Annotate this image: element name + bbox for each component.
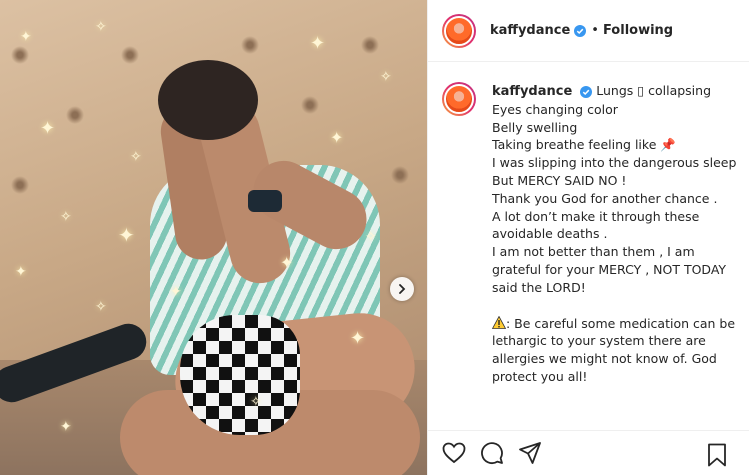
carousel-next-button[interactable] <box>390 277 414 301</box>
post-sidebar: kaffydance • Following kaffydance Lungs … <box>427 0 749 475</box>
sparkle-icon: ✦ <box>330 128 344 147</box>
send-icon <box>519 442 541 464</box>
caption-line: I was slipping into the dangerous sleep <box>492 155 737 171</box>
post-header: kaffydance • Following <box>428 0 749 62</box>
warning-icon <box>491 315 507 329</box>
avatar[interactable] <box>442 82 476 116</box>
post-media[interactable]: ✦ ✧ ✦ ✧ ✦ ✧ ✦ ✧ ✦ ✦ ✧ ✦ ✧ ✦ ✦ ✧ ✦ <box>0 0 427 475</box>
avatar[interactable] <box>442 13 476 48</box>
chevron-right-icon <box>399 284 406 294</box>
caption-line: But MERCY SAID NO ! <box>492 172 627 188</box>
separator-dot: • <box>591 23 599 38</box>
sparkle-icon: ✦ <box>20 29 32 45</box>
caption-line-text: Lungs ▯ collapsing <box>596 83 712 98</box>
verified-badge-icon <box>574 24 587 37</box>
head <box>158 60 258 140</box>
sparkle-icon: ✦ <box>40 118 56 139</box>
caption-line: Belly swelling <box>492 119 578 135</box>
caption-line: I am not better than them , I am gratefu… <box>492 244 727 295</box>
sparkle-icon: ✧ <box>95 19 107 35</box>
verified-badge-icon <box>580 85 593 98</box>
caption-line: kaffydance Lungs ▯ collapsing <box>492 82 741 101</box>
sparkle-icon: ✦ <box>60 419 72 435</box>
sparkle-icon: ✦ <box>170 284 182 300</box>
sparkle-icon: ✧ <box>130 149 142 165</box>
sparkle-icon: ✦ <box>350 328 366 349</box>
sparkle-icon: ✧ <box>95 299 107 315</box>
share-button[interactable] <box>518 441 542 465</box>
action-bar <box>428 430 749 475</box>
following-button[interactable]: Following <box>603 23 673 38</box>
sparkle-icon: ✧ <box>60 209 72 225</box>
sparkle-icon: ✦ <box>118 223 135 247</box>
comment-button[interactable] <box>480 441 504 465</box>
sparkle-icon: ✧ <box>380 69 392 85</box>
sparkle-icon: ✦ <box>310 33 326 54</box>
patterned-pillow <box>180 315 300 435</box>
sparkle-icon: ✦ <box>15 264 27 280</box>
caption-warning-line: : Be careful some medication can be leth… <box>491 315 741 386</box>
bookmark-icon <box>708 443 726 467</box>
caption-line: Eyes changing color <box>492 101 618 117</box>
caption-line: Taking breathe feeling like 📌 <box>492 137 676 153</box>
caption-text: kaffydance Lungs ▯ collapsing Eyes chang… <box>491 82 741 386</box>
warning-text: : Be careful some medication can be leth… <box>492 315 736 384</box>
wristwatch <box>248 190 282 212</box>
sparkle-icon: ✦ <box>280 253 294 272</box>
author-username[interactable]: kaffydance <box>490 23 570 38</box>
sparkle-icon: ✧ <box>250 394 262 410</box>
heart-icon <box>442 442 466 464</box>
caption-line: A lot don’t make it through these avoida… <box>492 208 700 242</box>
comment-icon <box>481 442 503 465</box>
sparkle-icon: ✧ <box>365 229 377 245</box>
like-button[interactable] <box>442 441 466 465</box>
save-button[interactable] <box>705 443 729 467</box>
caption-username[interactable]: kaffydance <box>492 84 572 99</box>
caption: kaffydance Lungs ▯ collapsing Eyes chang… <box>442 82 741 386</box>
caption-line: Thank you God for another chance . <box>492 190 718 206</box>
